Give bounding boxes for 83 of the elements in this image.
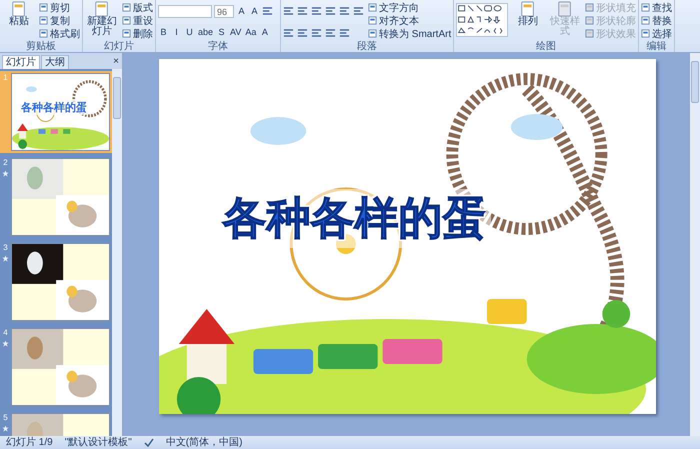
- format-button[interactable]: S: [216, 26, 228, 39]
- ribbon-button[interactable]: 转换为 SmartArt: [368, 27, 452, 40]
- ribbon-button[interactable]: 剪切: [39, 1, 80, 14]
- theme-name: "默认设计模板": [64, 436, 132, 449]
- close-button[interactable]: ×: [110, 55, 122, 69]
- group-label: 字体: [207, 41, 229, 52]
- lines-icon[interactable]: [283, 6, 294, 16]
- lines-icon[interactable]: [325, 6, 336, 16]
- format-button[interactable]: A: [236, 4, 247, 18]
- page-icon: [641, 16, 650, 25]
- page-icon: [641, 29, 650, 38]
- page-icon: [368, 16, 377, 25]
- page-icon: [585, 3, 594, 12]
- panel-tab[interactable]: 大纲: [41, 55, 69, 69]
- ribbon-button[interactable]: 删除: [122, 27, 153, 40]
- ribbon-button[interactable]: 对齐文本: [368, 14, 452, 27]
- shapes-gallery[interactable]: [456, 1, 508, 39]
- ribbon-button[interactable]: 新建幻灯片: [85, 1, 119, 40]
- lines-icon[interactable]: [262, 6, 273, 16]
- format-button[interactable]: A: [249, 4, 260, 18]
- lines-icon[interactable]: [311, 6, 322, 16]
- check-icon[interactable]: [144, 438, 154, 448]
- format-button[interactable]: Aa: [244, 26, 258, 39]
- slide-thumbnail[interactable]: 1 各种各样的蛋: [0, 71, 112, 153]
- ribbon-button[interactable]: 格式刷: [39, 27, 80, 40]
- slide-number: 5: [3, 413, 8, 423]
- ribbon-button[interactable]: 版式: [122, 1, 153, 14]
- lines-icon[interactable]: [353, 6, 364, 16]
- lines-icon[interactable]: [297, 6, 308, 16]
- ribbon-button[interactable]: 复制: [39, 14, 80, 27]
- page-icon: [122, 29, 131, 38]
- lines-icon[interactable]: [297, 28, 308, 38]
- language-status[interactable]: 中文(简体，中国): [166, 436, 242, 449]
- font-field[interactable]: [158, 4, 212, 18]
- thumbnail-title: 各种各样的蛋: [20, 100, 88, 115]
- panel-tab[interactable]: 幻灯片: [2, 55, 40, 69]
- format-button[interactable]: B: [158, 26, 169, 39]
- format-button[interactable]: AV: [229, 26, 242, 39]
- group-label: 编辑: [646, 41, 668, 52]
- slide-number: 4: [3, 328, 8, 338]
- page-icon: [368, 29, 377, 38]
- page-icon: [94, 1, 110, 17]
- slide-canvas[interactable]: 各种各样的蛋: [158, 59, 656, 414]
- page-icon: [585, 29, 594, 38]
- format-button[interactable]: I: [171, 26, 182, 39]
- font-field[interactable]: 96: [214, 4, 234, 18]
- lines-icon[interactable]: [283, 28, 294, 38]
- group-label: 剪贴板: [25, 41, 57, 52]
- ribbon-button[interactable]: 重设: [122, 14, 153, 27]
- slide-number: 1: [3, 73, 8, 83]
- group-label: 绘图: [535, 41, 558, 52]
- format-button[interactable]: abe: [197, 26, 214, 39]
- format-button[interactable]: U: [184, 26, 195, 39]
- page-icon: [39, 3, 48, 12]
- ribbon-button[interactable]: 替换: [641, 14, 672, 27]
- page-icon: [39, 29, 48, 38]
- page-icon: [39, 16, 48, 25]
- lines-icon[interactable]: [325, 28, 336, 38]
- format-button[interactable]: A: [259, 26, 270, 39]
- slide-number: 3: [3, 243, 8, 253]
- group-label: 段落: [356, 41, 378, 52]
- scrollbar[interactable]: [112, 69, 122, 436]
- ribbon-button[interactable]: 文字方向: [368, 1, 452, 14]
- page-icon: [641, 3, 650, 12]
- page-icon: [122, 3, 131, 12]
- group-label: 幻灯片: [103, 41, 135, 52]
- page-icon: [122, 16, 131, 25]
- page-icon: [585, 16, 594, 25]
- page-icon: [368, 3, 377, 12]
- ribbon-button[interactable]: 排列: [511, 1, 546, 40]
- lines-icon[interactable]: [339, 28, 350, 38]
- slide-counter: 幻灯片 1/9: [6, 436, 53, 449]
- page-icon: [11, 1, 27, 17]
- lines-icon[interactable]: [339, 6, 350, 16]
- page-icon: [520, 1, 536, 17]
- ribbon-button[interactable]: 粘贴: [2, 1, 36, 40]
- page-icon: [557, 1, 574, 17]
- lines-icon[interactable]: [311, 28, 322, 38]
- scrollbar[interactable]: [690, 53, 700, 436]
- slide-title[interactable]: 各种各样的蛋: [218, 189, 490, 248]
- ribbon-button[interactable]: 选择: [641, 27, 672, 40]
- slide-number: 2: [3, 158, 8, 168]
- ribbon-button[interactable]: 查找: [641, 1, 672, 14]
